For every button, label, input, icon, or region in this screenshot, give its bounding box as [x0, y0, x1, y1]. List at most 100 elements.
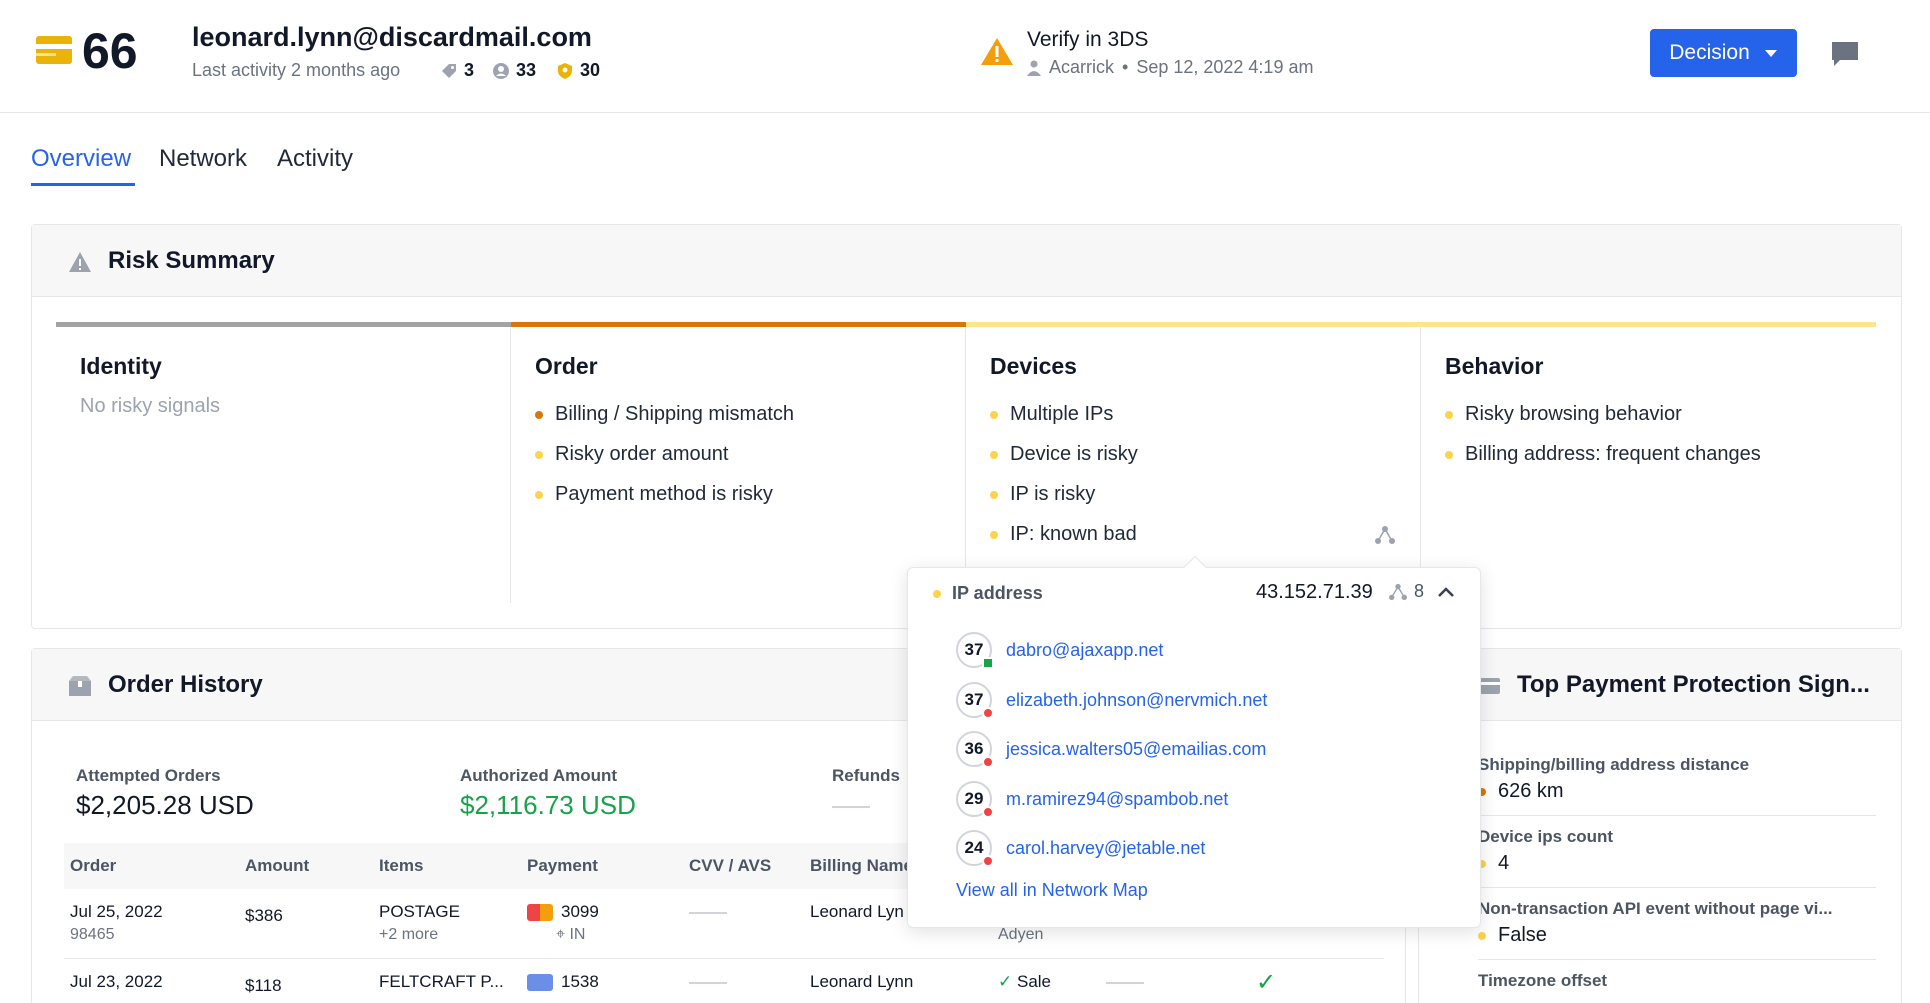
signal-label: Non-transaction API event without page v…	[1478, 899, 1833, 918]
account-email-link[interactable]: m.ramirez94@spambob.net	[1006, 789, 1228, 810]
risk-summary-header: Risk Summary	[32, 225, 1901, 297]
account-score: 29	[956, 781, 994, 818]
card-last4: 1538	[561, 972, 599, 991]
severity-dot	[535, 450, 543, 459]
active-tab-indicator	[31, 183, 135, 186]
check-icon: ✓	[1256, 969, 1277, 996]
payment-card: 1538	[527, 972, 599, 992]
col-amount[interactable]: Amount	[245, 856, 309, 876]
col-order[interactable]: Order	[70, 856, 116, 876]
risk-signal[interactable]: Risky order amount	[535, 443, 728, 466]
shield-icon	[558, 62, 572, 79]
risk-signal[interactable]: IP is risky	[990, 483, 1095, 506]
chevron-up-icon[interactable]	[1437, 586, 1455, 598]
severity-dot	[1445, 450, 1453, 459]
account-score-value: 37	[964, 640, 984, 659]
account-score: 36	[956, 731, 994, 768]
signal-text: IP is risky	[1010, 483, 1096, 505]
account-score: 24	[956, 830, 994, 867]
chevron-down-icon	[1764, 49, 1777, 57]
account-email-link[interactable]: jessica.walters05@emailias.com	[1006, 739, 1266, 760]
severity-dot	[1478, 931, 1486, 940]
severity-dot	[990, 450, 998, 459]
risk-signal[interactable]: Multiple IPs	[990, 403, 1113, 426]
linked-account-row[interactable]: 29 m.ramirez94@spambob.net	[956, 779, 1228, 819]
account-email-link[interactable]: carol.harvey@jetable.net	[1006, 838, 1205, 859]
authorized-amount-value: $2,116.73 USD	[460, 790, 636, 820]
signal-label: Shipping/billing address distance	[1478, 755, 1750, 774]
severity-dot	[933, 590, 941, 598]
behavior-title: Behavior	[1445, 353, 1544, 379]
tag-count: 3	[440, 60, 474, 81]
view-network-map-link[interactable]: View all in Network Map	[956, 880, 1148, 901]
col-items[interactable]: Items	[379, 856, 423, 876]
risk-signal[interactable]: Risky browsing behavior	[1445, 403, 1682, 426]
account-score-value: 24	[964, 838, 984, 857]
decision-label: Decision	[1669, 41, 1750, 64]
network-icon[interactable]	[1374, 525, 1396, 545]
risk-signal[interactable]: Billing / Shipping mismatch	[535, 403, 794, 426]
severity-dot	[535, 490, 543, 499]
refunds-empty	[832, 806, 870, 808]
linked-account-row[interactable]: 37 elizabeth.johnson@nervmich.net	[956, 680, 1267, 720]
order-more-items[interactable]: +2 more	[379, 926, 438, 944]
linked-account-row[interactable]: 24 carol.harvey@jetable.net	[956, 828, 1205, 868]
linked-account-row[interactable]: 37 dabro@ajaxapp.net	[956, 630, 1163, 670]
status-badge	[982, 855, 994, 867]
signal-divider	[1478, 887, 1876, 888]
billing-name: Leonard Lynn	[810, 972, 914, 991]
ip-address-label: IP address	[952, 583, 1043, 603]
linked-count: 8	[1388, 581, 1424, 602]
tab-network[interactable]: Network	[159, 145, 247, 173]
account-email-link[interactable]: elizabeth.johnson@nervmich.net	[1006, 690, 1267, 711]
verify-title: Verify in 3DS	[1027, 28, 1149, 51]
account-score-value: 29	[964, 789, 984, 808]
warning-icon	[69, 252, 91, 272]
risk-signal[interactable]: Billing address: frequent changes	[1445, 443, 1761, 466]
decision-button[interactable]: Decision	[1650, 29, 1797, 77]
account-score-value: 36	[964, 739, 984, 758]
order-column: Order Billing / Shipping mismatch Risky …	[511, 327, 966, 603]
linked-account-row[interactable]: 36 jessica.walters05@emailias.com	[956, 729, 1266, 769]
account-score: 37	[956, 632, 994, 669]
linked-count-value: 8	[1414, 581, 1425, 601]
order-amount: $118	[245, 976, 282, 995]
account-email-link[interactable]: dabro@ajaxapp.net	[1006, 640, 1163, 661]
top-payment-card: Top Payment Protection Sign...	[1418, 648, 1902, 1003]
attempted-orders-label: Attempted Orders	[76, 766, 221, 785]
devices-title: Devices	[990, 353, 1077, 379]
billing-name: Leonard Lyn	[810, 902, 904, 921]
processor: Adyen	[998, 926, 1044, 943]
authorized-amount-label: Authorized Amount	[460, 766, 618, 785]
risk-signal[interactable]: IP: known bad	[990, 523, 1137, 546]
tag-count-value: 3	[464, 60, 475, 80]
attempted-orders-value: $2,205.28 USD	[76, 790, 254, 820]
mastercard-icon	[527, 904, 553, 922]
verify-subline: Acarrick • Sep 12, 2022 4:19 am	[1027, 57, 1313, 78]
status-badge	[982, 657, 994, 669]
tab-overview[interactable]: Overview	[31, 145, 131, 173]
shield-count: 30	[556, 60, 600, 81]
status-badge	[982, 756, 994, 768]
user-circle-icon	[493, 62, 509, 79]
col-payment[interactable]: Payment	[527, 856, 598, 876]
visa-icon	[527, 974, 553, 992]
order-history-title: Order History	[108, 671, 263, 698]
account-score: 37	[956, 682, 994, 719]
signal-value-text: 626 km	[1498, 780, 1564, 802]
risk-signal[interactable]: Payment method is risky	[535, 483, 773, 506]
signal-divider	[1478, 959, 1876, 960]
comment-icon[interactable]	[1830, 40, 1860, 68]
signal-text: Billing address: frequent changes	[1465, 443, 1761, 465]
order-date[interactable]: Jul 23, 2022	[70, 972, 163, 992]
refunds-label: Refunds	[832, 766, 900, 785]
top-payment-header: Top Payment Protection Sign...	[1419, 649, 1901, 721]
tab-activity[interactable]: Activity	[277, 145, 353, 173]
col-billing-name[interactable]: Billing Name	[810, 856, 913, 876]
col-cvv-avs[interactable]: CVV / AVS	[689, 856, 771, 876]
status-badge	[982, 806, 994, 818]
order-date[interactable]: Jul 25, 2022	[70, 902, 163, 922]
identity-title: Identity	[80, 353, 162, 379]
shield-count-value: 30	[580, 60, 601, 80]
risk-signal[interactable]: Device is risky	[990, 443, 1138, 466]
